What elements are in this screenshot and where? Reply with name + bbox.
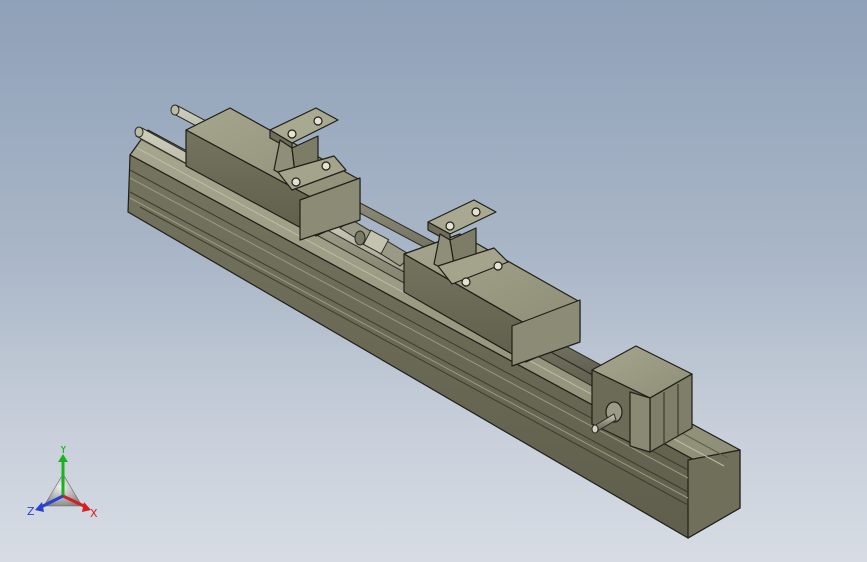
z-axis-arrow: [35, 502, 44, 512]
orientation-triad[interactable]: Y X Z: [24, 446, 104, 526]
3d-graphics-area[interactable]: Y X Z: [0, 0, 867, 562]
z-axis-label: Z: [27, 505, 35, 518]
y-axis-label: Y: [59, 446, 67, 456]
base-rail-profile[interactable]: [127, 129, 741, 539]
x-axis-label: X: [90, 507, 98, 520]
linear-module-assembly[interactable]: [0, 0, 867, 562]
